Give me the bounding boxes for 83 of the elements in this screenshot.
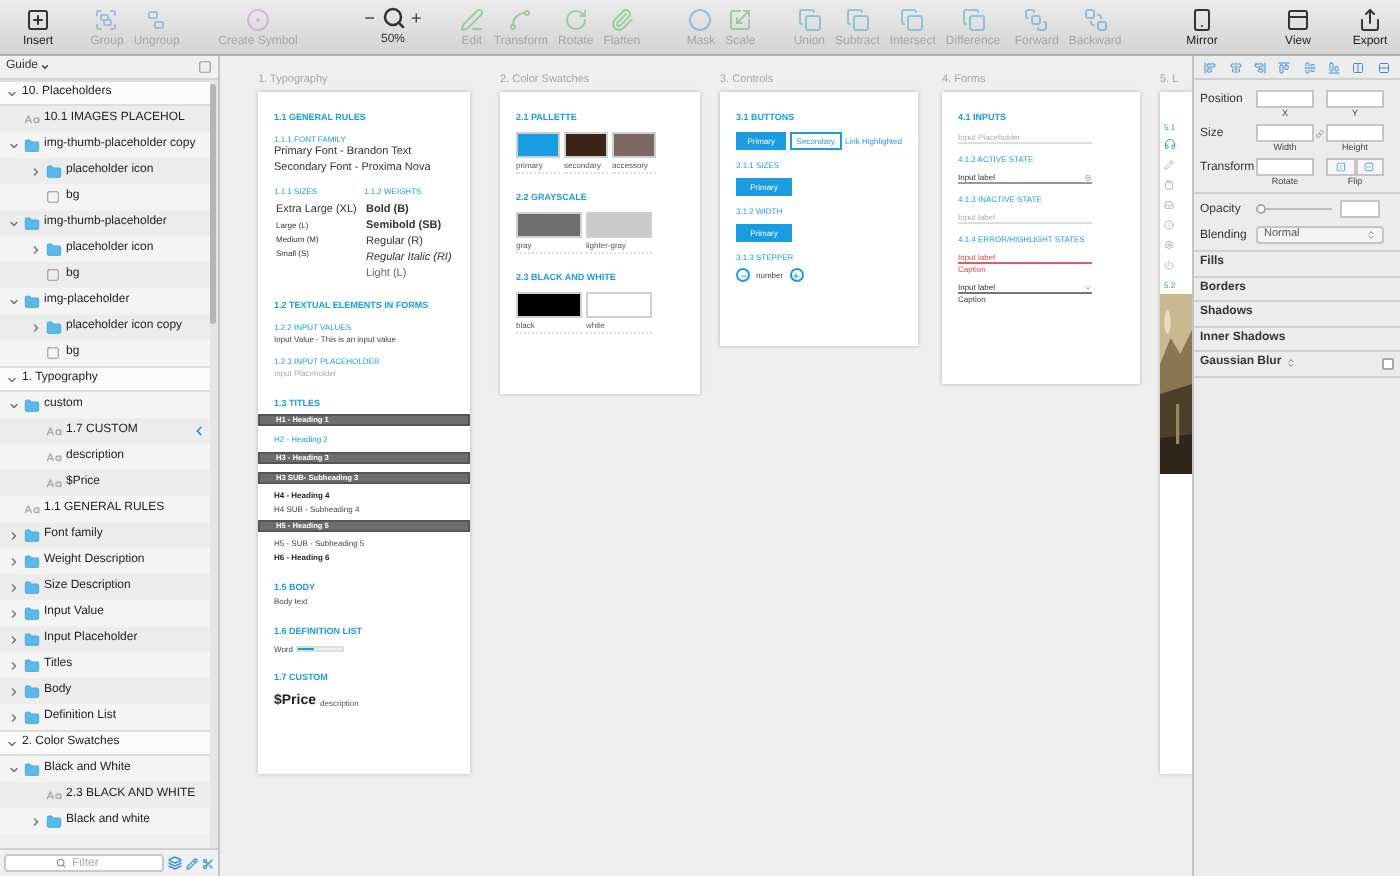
folder-icon — [24, 657, 40, 673]
folder-icon — [24, 709, 40, 725]
number-field[interactable] — [1256, 158, 1314, 176]
power-icon — [1164, 260, 1174, 270]
folder-icon — [24, 293, 40, 309]
rectangle-icon — [46, 268, 60, 282]
opacity-slider[interactable] — [1256, 203, 1332, 215]
caret-icon — [40, 62, 51, 72]
stepper-icon — [1366, 230, 1376, 240]
align-icon[interactable] — [1204, 61, 1217, 73]
folder-icon — [46, 241, 62, 257]
folder-icon — [46, 813, 62, 829]
flip-vertical-icon — [1364, 162, 1375, 172]
clipboard-icon — [1164, 180, 1174, 190]
ungroup-icon — [144, 8, 169, 32]
scrollbar[interactable] — [210, 80, 218, 848]
align-icon[interactable] — [1278, 61, 1291, 73]
scale-icon — [728, 8, 753, 32]
folder-icon — [24, 761, 40, 777]
text-layer-icon — [46, 423, 62, 439]
layers-icon[interactable] — [168, 856, 182, 870]
folder-icon — [46, 319, 62, 335]
plus-square-icon — [25, 8, 50, 32]
folder-icon — [24, 605, 40, 621]
folder-icon — [24, 397, 40, 413]
info-icon — [1164, 220, 1174, 230]
rectangle-icon — [46, 346, 60, 360]
folder-icon — [24, 527, 40, 543]
checkbox[interactable] — [1382, 357, 1394, 370]
folder-icon — [24, 579, 40, 595]
folder-icon — [24, 553, 40, 569]
plus-icon — [792, 271, 801, 279]
export-icon — [1358, 8, 1382, 32]
pen-icon — [459, 8, 484, 32]
gear-icon — [1084, 174, 1092, 182]
gear-icon — [1164, 240, 1174, 250]
view-icon — [1286, 8, 1310, 32]
symbol-icon — [246, 8, 270, 32]
align-icon[interactable] — [1303, 61, 1316, 73]
rectangle-icon — [46, 190, 60, 204]
folder-icon — [24, 137, 40, 153]
folder-icon — [24, 683, 40, 699]
number-field[interactable] — [1326, 90, 1384, 108]
stepper-icon[interactable] — [1285, 358, 1296, 369]
flip-horizontal-icon — [1335, 162, 1346, 172]
group-icon — [94, 8, 119, 32]
forward-icon — [1024, 8, 1049, 32]
align-icon[interactable] — [1352, 61, 1365, 73]
increment-button[interactable] — [789, 268, 804, 282]
number-field[interactable] — [1256, 124, 1314, 142]
align-icon[interactable] — [1253, 61, 1266, 73]
zoom-out-button[interactable]: − — [364, 6, 375, 30]
flip-horizontal-button[interactable] — [1326, 158, 1355, 176]
text-layer-icon — [46, 475, 62, 491]
zoom-icon — [381, 6, 405, 30]
pencil-icon — [1164, 160, 1174, 170]
folder-icon — [24, 631, 40, 647]
text-layer-icon — [46, 449, 62, 465]
number-field[interactable] — [1340, 200, 1380, 218]
rotate-icon — [563, 8, 588, 32]
tray-icon — [1164, 200, 1174, 210]
search-icon — [56, 858, 66, 868]
align-icon[interactable] — [1328, 61, 1341, 73]
device-icon — [1189, 8, 1214, 32]
number-field[interactable] — [1256, 90, 1314, 108]
pencil-icon[interactable] — [186, 857, 198, 869]
number-field[interactable] — [1326, 124, 1384, 142]
align-icon[interactable] — [1229, 61, 1242, 73]
zoom-in-button[interactable]: + — [411, 6, 422, 30]
flip-vertical-button[interactable] — [1355, 158, 1384, 176]
link-icon[interactable] — [1316, 130, 1324, 138]
decrement-button[interactable] — [736, 268, 750, 282]
folder-icon — [46, 163, 62, 179]
text-layer-icon — [24, 501, 40, 517]
headphones-icon — [1164, 138, 1176, 150]
text-layer-icon — [46, 787, 62, 803]
folder-icon — [24, 215, 40, 231]
text-layer-icon — [24, 111, 40, 127]
align-icon[interactable] — [1377, 61, 1390, 73]
minus-icon — [739, 271, 747, 279]
slider-thumb[interactable] — [1256, 204, 1266, 214]
backward-icon — [1083, 8, 1107, 32]
scissors-icon[interactable] — [202, 857, 214, 869]
